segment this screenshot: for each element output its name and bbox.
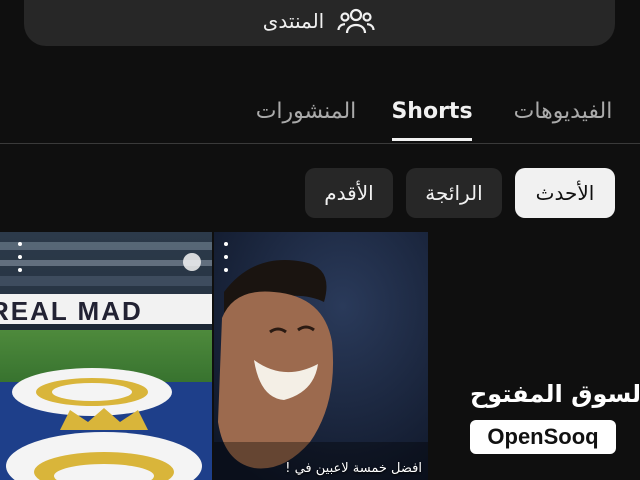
watermark-arabic-text: السوق المفتوح xyxy=(470,380,640,408)
tab-shorts[interactable]: Shorts xyxy=(382,88,482,136)
short-caption: افضل خمسة لاعبين في ! xyxy=(285,461,422,476)
chip-latest[interactable]: الأحدث xyxy=(515,168,615,218)
tabs-divider xyxy=(0,143,640,144)
opensooq-watermark: السوق المفتوح OpenSooq xyxy=(468,378,640,458)
svg-text:REAL MAD: REAL MAD xyxy=(0,296,143,326)
watermark-brand-text: OpenSooq xyxy=(470,420,616,454)
more-vert-icon[interactable] xyxy=(12,242,28,272)
portrait-thumbnail-image xyxy=(214,232,428,480)
chip-popular[interactable]: الرائجة xyxy=(406,168,502,218)
community-card[interactable]: المنتدى xyxy=(24,0,615,46)
active-tab-indicator xyxy=(392,138,472,141)
people-group-icon xyxy=(336,1,376,41)
stadium-thumbnail-image: REAL MAD xyxy=(0,232,212,480)
channel-tabs: الفيديوهات Shorts المنشورات xyxy=(0,80,640,144)
tab-posts[interactable]: المنشورات xyxy=(250,88,362,136)
short-thumbnail[interactable]: REAL MAD xyxy=(0,232,212,480)
community-label: المنتدى xyxy=(262,9,325,33)
short-thumbnail[interactable]: افضل خمسة لاعبين في ! xyxy=(214,232,428,480)
tab-videos[interactable]: الفيديوهات xyxy=(505,88,621,136)
chip-oldest[interactable]: الأقدم xyxy=(305,168,393,218)
more-vert-icon[interactable] xyxy=(218,242,234,272)
